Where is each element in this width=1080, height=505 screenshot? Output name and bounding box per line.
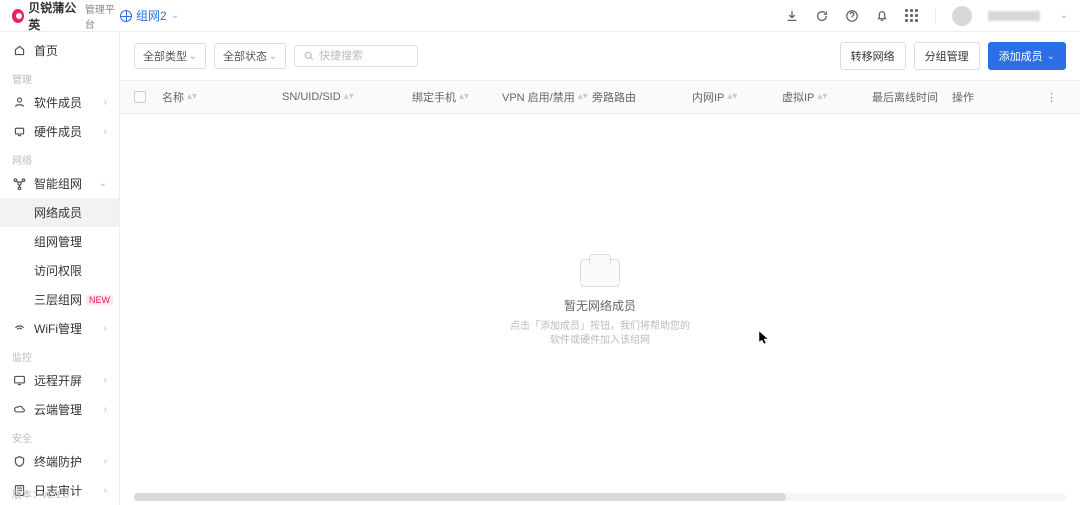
sidebar-item-home[interactable]: 首页: [0, 36, 119, 65]
sidebar-label: 智能组网: [34, 175, 82, 192]
sidebar-item-wifi[interactable]: WiFi管理 ›: [0, 314, 119, 343]
network-icon: [12, 177, 26, 191]
sidebar-item-hardware-member[interactable]: 硬件成员 ›: [0, 117, 119, 146]
empty-state: 暂无网络成员 点击「添加成员」按钮，我们将帮助您的 软件或硬件加入该组网: [120, 114, 1080, 493]
sidebar-sub-net-member[interactable]: 网络成员: [0, 198, 119, 227]
chevron-down-icon: ⌄: [99, 178, 107, 189]
sidebar-sub-level3[interactable]: 三层组网 NEW: [0, 285, 119, 314]
brand-name: 贝锐蒲公英: [28, 0, 81, 33]
col-name[interactable]: 名称▴▾: [162, 89, 282, 105]
chevron-down-icon: ⌄: [1060, 10, 1068, 21]
version-label: 版本：v6.1.0: [12, 486, 69, 501]
filter-type-select[interactable]: 全部类型 ⌄: [134, 43, 206, 69]
sort-icon: ▴▾: [459, 93, 469, 101]
sidebar-label: 硬件成员: [34, 123, 82, 140]
group-manage-button[interactable]: 分组管理: [914, 42, 980, 70]
sort-icon: ▴▾: [817, 93, 827, 101]
sort-icon: ▴▾: [578, 93, 588, 101]
topbar: 贝锐蒲公英 管理平台 组网2 ⌄ ⌄: [0, 0, 1080, 32]
chevron-down-icon: ⌄: [1047, 51, 1055, 62]
device-icon: [12, 125, 26, 139]
sort-icon: ▴▾: [344, 93, 354, 101]
chevron-right-icon: ›: [104, 126, 107, 137]
col-vpn[interactable]: VPN 启用/禁用▴▾: [502, 89, 592, 105]
screen-icon: [12, 374, 26, 388]
help-icon[interactable]: [845, 9, 859, 23]
sidebar-item-smart-net[interactable]: 智能组网 ⌄: [0, 169, 119, 198]
sidebar-item-endpoint[interactable]: 终端防护 ›: [0, 447, 119, 476]
toolbar: 全部类型 ⌄ 全部状态 ⌄ 转移网络 分组管理 添加成员 ⌄: [120, 32, 1080, 80]
divider: [935, 8, 936, 24]
sidebar-sub-net-mgmt[interactable]: 组网管理: [0, 227, 119, 256]
cloud-icon: [12, 403, 26, 417]
sidebar-label: WiFi管理: [34, 320, 82, 337]
add-member-button[interactable]: 添加成员 ⌄: [988, 42, 1066, 70]
network-selector-label: 组网2: [136, 7, 167, 24]
chevron-right-icon: ›: [104, 97, 107, 108]
chevron-right-icon: ›: [104, 485, 107, 496]
chevron-right-icon: ›: [104, 323, 107, 334]
sidebar-group: 管理: [0, 65, 119, 88]
avatar[interactable]: [952, 6, 972, 26]
sort-icon: ▴▾: [187, 93, 197, 101]
checkbox-icon[interactable]: [134, 91, 146, 103]
horizontal-scrollbar[interactable]: [134, 493, 1066, 501]
sidebar-group: 监控: [0, 343, 119, 366]
bell-icon[interactable]: [875, 9, 889, 23]
sidebar-label: 云端管理: [34, 401, 82, 418]
chevron-down-icon: ⌄: [269, 51, 277, 62]
user-icon: [12, 96, 26, 110]
search-input[interactable]: [319, 50, 409, 62]
shield-icon: [12, 455, 26, 469]
globe-icon: [120, 10, 132, 22]
col-time: 最后离线时间: [872, 89, 952, 105]
filter-status-select[interactable]: 全部状态 ⌄: [214, 43, 286, 69]
col-innet[interactable]: 内网IP▴▾: [692, 89, 782, 105]
sidebar-item-software-member[interactable]: 软件成员 ›: [0, 88, 119, 117]
empty-subtitle: 点击「添加成员」按钮，我们将帮助您的 软件或硬件加入该组网: [510, 320, 690, 348]
wifi-icon: [12, 322, 26, 336]
sidebar-label: 终端防护: [34, 453, 82, 470]
sidebar-label: 远程开屏: [34, 372, 82, 389]
col-sn[interactable]: SN/UID/SID▴▾: [282, 91, 412, 103]
topbar-actions: ⌄: [785, 6, 1068, 26]
download-icon[interactable]: [785, 9, 799, 23]
col-checkbox[interactable]: [134, 91, 162, 103]
chevron-right-icon: ›: [104, 456, 107, 467]
chevron-down-icon: ⌄: [189, 51, 197, 62]
table-header: 名称▴▾ SN/UID/SID▴▾ 绑定手机▴▾ VPN 启用/禁用▴▾ 旁路路…: [120, 80, 1080, 114]
chevron-down-icon: ⌄: [171, 10, 179, 21]
col-virtual[interactable]: 虚拟IP▴▾: [782, 89, 872, 105]
sidebar-sub-access[interactable]: 访问权限: [0, 256, 119, 285]
network-selector[interactable]: 组网2 ⌄: [120, 7, 179, 24]
col-settings[interactable]: ⋮: [1046, 91, 1066, 104]
brand-logo-icon: [12, 9, 24, 23]
col-bypass: 旁路路由: [592, 89, 692, 105]
main: 全部类型 ⌄ 全部状态 ⌄ 转移网络 分组管理 添加成员 ⌄ 名称▴▾ SN/U…: [120, 32, 1080, 505]
home-icon: [12, 44, 26, 58]
sidebar-item-cloud[interactable]: 云端管理 ›: [0, 395, 119, 424]
chevron-right-icon: ›: [104, 404, 107, 415]
migrate-button[interactable]: 转移网络: [840, 42, 906, 70]
brand-sub: 管理平台: [85, 1, 120, 31]
brand: 贝锐蒲公英 管理平台: [12, 0, 120, 33]
search-icon: [303, 50, 315, 62]
apps-grid-icon[interactable]: [905, 9, 919, 23]
refresh-icon[interactable]: [815, 9, 829, 23]
empty-title: 暂无网络成员: [564, 297, 636, 314]
empty-icon: [580, 259, 620, 287]
sort-icon: ▴▾: [727, 93, 737, 101]
sidebar-group: 网络: [0, 146, 119, 169]
sidebar: 首页 管理 软件成员 › 硬件成员 › 网络 智能组网 ⌄ 网络成员 组网管理 …: [0, 32, 120, 505]
sidebar-label: 首页: [34, 42, 58, 59]
col-phone[interactable]: 绑定手机▴▾: [412, 89, 502, 105]
col-op: 操作: [952, 89, 1046, 105]
sidebar-item-remote[interactable]: 远程开屏 ›: [0, 366, 119, 395]
user-label[interactable]: [988, 11, 1040, 21]
sidebar-label: 软件成员: [34, 94, 82, 111]
new-badge: NEW: [86, 295, 113, 305]
chevron-right-icon: ›: [104, 375, 107, 386]
search-box[interactable]: [294, 45, 418, 67]
sidebar-group: 安全: [0, 424, 119, 447]
